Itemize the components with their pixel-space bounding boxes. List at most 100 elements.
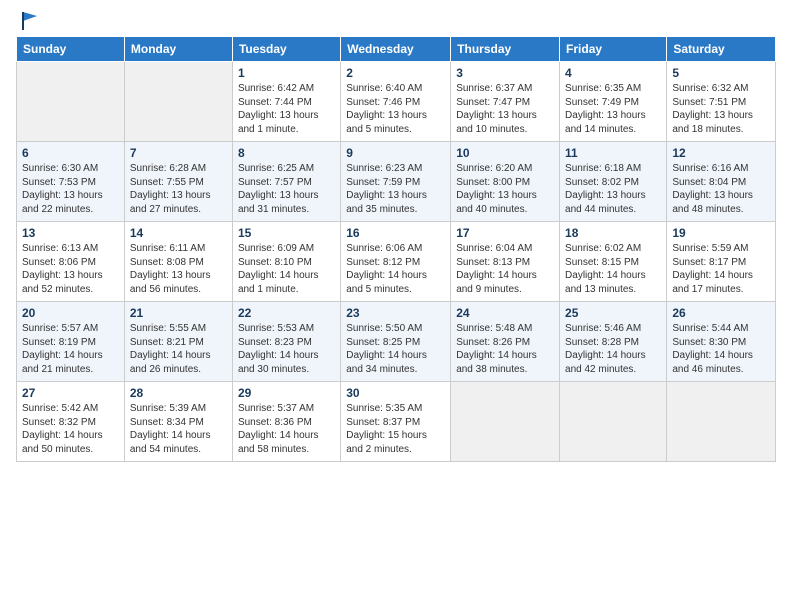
day-info: Sunrise: 6:30 AM Sunset: 7:53 PM Dayligh… [22, 162, 119, 216]
calendar-cell [124, 62, 232, 142]
calendar-cell: 26 Sunrise: 5:44 AM Sunset: 8:30 PM Dayli… [667, 302, 776, 382]
calendar: SundayMondayTuesdayWednesdayThursdayFrid… [16, 36, 776, 462]
header [16, 10, 776, 28]
day-info: Sunrise: 5:50 AM Sunset: 8:25 PM Dayligh… [346, 322, 445, 376]
day-number: 5 [672, 66, 770, 80]
day-number: 12 [672, 146, 770, 160]
calendar-cell: 22 Sunrise: 5:53 AM Sunset: 8:23 PM Dayli… [232, 302, 340, 382]
day-number: 28 [130, 386, 227, 400]
calendar-cell: 18Sunrise: 6:02 AM Sunset: 8:15 PM Dayli… [560, 222, 667, 302]
calendar-cell [451, 382, 560, 462]
calendar-week-2: 6 Sunrise: 6:30 AM Sunset: 7:53 PM Daylig… [17, 142, 776, 222]
calendar-cell: 9 Sunrise: 6:23 AM Sunset: 7:59 PM Daylig… [341, 142, 451, 222]
calendar-cell [560, 382, 667, 462]
calendar-cell: 17 Sunrise: 6:04 AM Sunset: 8:13 PM Dayli… [451, 222, 560, 302]
day-info: Sunrise: 6:04 AM Sunset: 8:13 PM Dayligh… [456, 242, 554, 296]
day-number: 7 [130, 146, 227, 160]
day-info: Sunrise: 5:44 AM Sunset: 8:30 PM Dayligh… [672, 322, 770, 376]
day-info: Sunrise: 6:18 AM Sunset: 8:02 PM Dayligh… [565, 162, 661, 216]
day-info: Sunrise: 5:53 AM Sunset: 8:23 PM Dayligh… [238, 322, 335, 376]
calendar-week-5: 27 Sunrise: 5:42 AM Sunset: 8:32 PM Dayli… [17, 382, 776, 462]
day-number: 18 [565, 226, 661, 240]
day-info: Sunrise: 6:09 AM Sunset: 8:10 PM Dayligh… [238, 242, 335, 296]
day-number: 11 [565, 146, 661, 160]
calendar-header-monday: Monday [124, 37, 232, 62]
day-info: Sunrise: 6:06 AM Sunset: 8:12 PM Dayligh… [346, 242, 445, 296]
calendar-cell: 8 Sunrise: 6:25 AM Sunset: 7:57 PM Daylig… [232, 142, 340, 222]
day-number: 19 [672, 226, 770, 240]
day-number: 23 [346, 306, 445, 320]
calendar-week-4: 20 Sunrise: 5:57 AM Sunset: 8:19 PM Dayli… [17, 302, 776, 382]
day-number: 27 [22, 386, 119, 400]
calendar-cell: 21 Sunrise: 5:55 AM Sunset: 8:21 PM Dayli… [124, 302, 232, 382]
day-info: Sunrise: 5:39 AM Sunset: 8:34 PM Dayligh… [130, 402, 227, 456]
day-info: Sunrise: 6:25 AM Sunset: 7:57 PM Dayligh… [238, 162, 335, 216]
day-number: 13 [22, 226, 119, 240]
calendar-cell: 1Sunrise: 6:42 AM Sunset: 7:44 PM Daylig… [232, 62, 340, 142]
calendar-cell: 23 Sunrise: 5:50 AM Sunset: 8:25 PM Dayli… [341, 302, 451, 382]
day-number: 17 [456, 226, 554, 240]
calendar-cell: 7 Sunrise: 6:28 AM Sunset: 7:55 PM Daylig… [124, 142, 232, 222]
calendar-cell: 19 Sunrise: 5:59 AM Sunset: 8:17 PM Dayli… [667, 222, 776, 302]
calendar-cell: 16Sunrise: 6:06 AM Sunset: 8:12 PM Dayli… [341, 222, 451, 302]
day-number: 30 [346, 386, 445, 400]
logo [16, 10, 39, 28]
day-info: Sunrise: 6:20 AM Sunset: 8:00 PM Dayligh… [456, 162, 554, 216]
day-info: Sunrise: 5:59 AM Sunset: 8:17 PM Dayligh… [672, 242, 770, 296]
day-number: 8 [238, 146, 335, 160]
day-info: Sunrise: 5:42 AM Sunset: 8:32 PM Dayligh… [22, 402, 119, 456]
calendar-cell [17, 62, 125, 142]
day-number: 4 [565, 66, 661, 80]
calendar-header-sunday: Sunday [17, 37, 125, 62]
day-info: Sunrise: 5:48 AM Sunset: 8:26 PM Dayligh… [456, 322, 554, 376]
day-number: 2 [346, 66, 445, 80]
calendar-header-thursday: Thursday [451, 37, 560, 62]
calendar-cell [667, 382, 776, 462]
day-number: 3 [456, 66, 554, 80]
day-info: Sunrise: 6:32 AM Sunset: 7:51 PM Dayligh… [672, 82, 770, 136]
calendar-cell: 10 Sunrise: 6:20 AM Sunset: 8:00 PM Dayli… [451, 142, 560, 222]
calendar-cell: 28 Sunrise: 5:39 AM Sunset: 8:34 PM Dayli… [124, 382, 232, 462]
calendar-header-saturday: Saturday [667, 37, 776, 62]
calendar-header-friday: Friday [560, 37, 667, 62]
day-info: Sunrise: 6:37 AM Sunset: 7:47 PM Dayligh… [456, 82, 554, 136]
calendar-cell: 13 Sunrise: 6:13 AM Sunset: 8:06 PM Dayli… [17, 222, 125, 302]
calendar-cell: 15Sunrise: 6:09 AM Sunset: 8:10 PM Dayli… [232, 222, 340, 302]
day-number: 25 [565, 306, 661, 320]
day-number: 24 [456, 306, 554, 320]
day-number: 21 [130, 306, 227, 320]
day-info: Sunrise: 6:13 AM Sunset: 8:06 PM Dayligh… [22, 242, 119, 296]
day-number: 20 [22, 306, 119, 320]
day-number: 10 [456, 146, 554, 160]
day-number: 1 [238, 66, 335, 80]
calendar-cell: 30 Sunrise: 5:35 AM Sunset: 8:37 PM Dayli… [341, 382, 451, 462]
calendar-cell: 27 Sunrise: 5:42 AM Sunset: 8:32 PM Dayli… [17, 382, 125, 462]
calendar-cell: 25 Sunrise: 5:46 AM Sunset: 8:28 PM Dayli… [560, 302, 667, 382]
day-number: 9 [346, 146, 445, 160]
day-info: Sunrise: 5:37 AM Sunset: 8:36 PM Dayligh… [238, 402, 335, 456]
calendar-cell: 2Sunrise: 6:40 AM Sunset: 7:46 PM Daylig… [341, 62, 451, 142]
day-number: 6 [22, 146, 119, 160]
calendar-header-row: SundayMondayTuesdayWednesdayThursdayFrid… [17, 37, 776, 62]
calendar-cell: 11 Sunrise: 6:18 AM Sunset: 8:02 PM Dayli… [560, 142, 667, 222]
calendar-cell: 5 Sunrise: 6:32 AM Sunset: 7:51 PM Daylig… [667, 62, 776, 142]
day-info: Sunrise: 6:16 AM Sunset: 8:04 PM Dayligh… [672, 162, 770, 216]
calendar-cell: 20 Sunrise: 5:57 AM Sunset: 8:19 PM Dayli… [17, 302, 125, 382]
day-number: 22 [238, 306, 335, 320]
calendar-cell: 24 Sunrise: 5:48 AM Sunset: 8:26 PM Dayli… [451, 302, 560, 382]
day-info: Sunrise: 6:23 AM Sunset: 7:59 PM Dayligh… [346, 162, 445, 216]
day-info: Sunrise: 6:28 AM Sunset: 7:55 PM Dayligh… [130, 162, 227, 216]
day-info: Sunrise: 5:35 AM Sunset: 8:37 PM Dayligh… [346, 402, 445, 456]
day-info: Sunrise: 6:11 AM Sunset: 8:08 PM Dayligh… [130, 242, 227, 296]
day-number: 26 [672, 306, 770, 320]
page: SundayMondayTuesdayWednesdayThursdayFrid… [0, 0, 792, 472]
day-info: Sunrise: 5:46 AM Sunset: 8:28 PM Dayligh… [565, 322, 661, 376]
day-info: Sunrise: 6:35 AM Sunset: 7:49 PM Dayligh… [565, 82, 661, 136]
day-number: 29 [238, 386, 335, 400]
calendar-cell: 3 Sunrise: 6:37 AM Sunset: 7:47 PM Daylig… [451, 62, 560, 142]
calendar-header-wednesday: Wednesday [341, 37, 451, 62]
day-info: Sunrise: 5:55 AM Sunset: 8:21 PM Dayligh… [130, 322, 227, 376]
calendar-cell: 14Sunrise: 6:11 AM Sunset: 8:08 PM Dayli… [124, 222, 232, 302]
day-info: Sunrise: 5:57 AM Sunset: 8:19 PM Dayligh… [22, 322, 119, 376]
calendar-header-tuesday: Tuesday [232, 37, 340, 62]
